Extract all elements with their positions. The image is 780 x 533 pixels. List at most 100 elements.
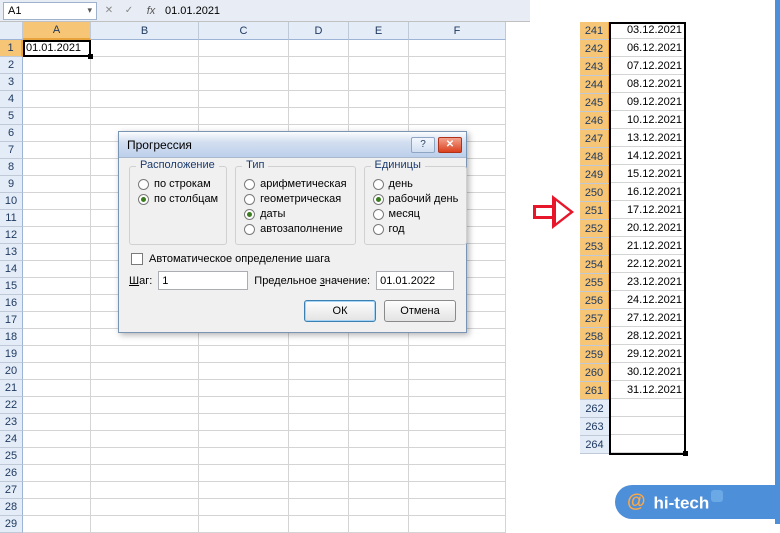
cell[interactable] bbox=[91, 397, 199, 414]
row-header[interactable]: 253 bbox=[580, 238, 610, 256]
cell[interactable]: 01.01.2021 bbox=[23, 40, 91, 57]
cell[interactable]: 14.12.2021 bbox=[610, 148, 686, 165]
cell[interactable] bbox=[91, 380, 199, 397]
cell[interactable] bbox=[91, 363, 199, 380]
row-header[interactable]: 248 bbox=[580, 148, 610, 166]
cell[interactable] bbox=[23, 482, 91, 499]
row-header[interactable]: 246 bbox=[580, 112, 610, 130]
cell[interactable] bbox=[23, 329, 91, 346]
cell[interactable] bbox=[199, 91, 289, 108]
radio-layout[interactable]: по строкам bbox=[138, 178, 218, 190]
row-header[interactable]: 263 bbox=[580, 418, 610, 436]
radio-units[interactable]: рабочий день bbox=[373, 193, 459, 205]
cell[interactable] bbox=[409, 363, 506, 380]
radio-units[interactable]: месяц bbox=[373, 208, 459, 220]
cell[interactable] bbox=[91, 346, 199, 363]
row-header[interactable]: 20 bbox=[0, 363, 23, 380]
cell[interactable] bbox=[289, 465, 349, 482]
help-button[interactable]: ? bbox=[411, 137, 435, 153]
row-header[interactable]: 5 bbox=[0, 108, 23, 125]
cell[interactable] bbox=[199, 57, 289, 74]
step-input[interactable] bbox=[158, 271, 248, 290]
cell[interactable] bbox=[23, 176, 91, 193]
cell[interactable] bbox=[409, 448, 506, 465]
cell[interactable]: 13.12.2021 bbox=[610, 130, 686, 147]
row-header[interactable]: 14 bbox=[0, 261, 23, 278]
row-header[interactable]: 242 bbox=[580, 40, 610, 58]
col-header-B[interactable]: B bbox=[91, 22, 199, 40]
cell[interactable] bbox=[23, 210, 91, 227]
row-header[interactable]: 19 bbox=[0, 346, 23, 363]
cell[interactable] bbox=[199, 448, 289, 465]
cell[interactable] bbox=[23, 499, 91, 516]
cell[interactable]: 06.12.2021 bbox=[610, 40, 686, 57]
cell[interactable] bbox=[289, 397, 349, 414]
row-header[interactable]: 10 bbox=[0, 193, 23, 210]
cell[interactable] bbox=[409, 380, 506, 397]
row-header[interactable]: 21 bbox=[0, 380, 23, 397]
cell[interactable] bbox=[349, 108, 409, 125]
cell[interactable] bbox=[409, 499, 506, 516]
cell[interactable] bbox=[91, 431, 199, 448]
cell[interactable] bbox=[289, 431, 349, 448]
row-header[interactable]: 22 bbox=[0, 397, 23, 414]
cell[interactable] bbox=[23, 465, 91, 482]
col-header-A[interactable]: A bbox=[23, 22, 91, 40]
cell[interactable] bbox=[349, 482, 409, 499]
cell[interactable] bbox=[289, 363, 349, 380]
row-header[interactable]: 249 bbox=[580, 166, 610, 184]
cell[interactable] bbox=[199, 74, 289, 91]
row-header[interactable]: 256 bbox=[580, 292, 610, 310]
row-header[interactable]: 6 bbox=[0, 125, 23, 142]
cell[interactable] bbox=[23, 431, 91, 448]
row-header[interactable]: 25 bbox=[0, 448, 23, 465]
cell[interactable]: 15.12.2021 bbox=[610, 166, 686, 183]
cell[interactable] bbox=[610, 436, 686, 453]
cell[interactable] bbox=[409, 482, 506, 499]
cell[interactable] bbox=[23, 159, 91, 176]
row-header[interactable]: 262 bbox=[580, 400, 610, 418]
cell[interactable] bbox=[610, 418, 686, 435]
cell[interactable] bbox=[23, 397, 91, 414]
cell[interactable] bbox=[289, 516, 349, 533]
cell[interactable] bbox=[349, 397, 409, 414]
row-header[interactable]: 3 bbox=[0, 74, 23, 91]
dropdown-icon[interactable]: ▾ bbox=[87, 5, 92, 16]
accept-formula-icon[interactable]: ✓ bbox=[121, 3, 137, 19]
cell[interactable] bbox=[289, 108, 349, 125]
cell[interactable] bbox=[349, 363, 409, 380]
row-header[interactable]: 1 bbox=[0, 40, 23, 57]
cell[interactable] bbox=[409, 91, 506, 108]
cell[interactable]: 17.12.2021 bbox=[610, 202, 686, 219]
row-header[interactable]: 15 bbox=[0, 278, 23, 295]
fx-icon[interactable]: fx bbox=[143, 5, 159, 17]
cell[interactable] bbox=[23, 380, 91, 397]
cell[interactable] bbox=[23, 227, 91, 244]
row-header[interactable]: 8 bbox=[0, 159, 23, 176]
cell[interactable] bbox=[409, 346, 506, 363]
row-header[interactable]: 244 bbox=[580, 76, 610, 94]
cell[interactable]: 29.12.2021 bbox=[610, 346, 686, 363]
cell[interactable] bbox=[289, 57, 349, 74]
radio-layout[interactable]: по столбцам bbox=[138, 193, 218, 205]
cell[interactable] bbox=[289, 74, 349, 91]
row-header[interactable]: 18 bbox=[0, 329, 23, 346]
row-header[interactable]: 16 bbox=[0, 295, 23, 312]
cell[interactable] bbox=[199, 346, 289, 363]
row-header[interactable]: 255 bbox=[580, 274, 610, 292]
cell[interactable] bbox=[199, 465, 289, 482]
cell[interactable] bbox=[23, 346, 91, 363]
row-header[interactable]: 2 bbox=[0, 57, 23, 74]
cell[interactable] bbox=[409, 431, 506, 448]
cell[interactable] bbox=[289, 448, 349, 465]
cell[interactable] bbox=[23, 91, 91, 108]
cell[interactable] bbox=[349, 91, 409, 108]
row-header[interactable]: 260 bbox=[580, 364, 610, 382]
cell[interactable] bbox=[199, 380, 289, 397]
cell[interactable] bbox=[91, 74, 199, 91]
cell[interactable]: 28.12.2021 bbox=[610, 328, 686, 345]
cell[interactable] bbox=[199, 397, 289, 414]
row-header[interactable]: 264 bbox=[580, 436, 610, 454]
cell[interactable]: 21.12.2021 bbox=[610, 238, 686, 255]
select-all-corner[interactable] bbox=[0, 22, 23, 40]
